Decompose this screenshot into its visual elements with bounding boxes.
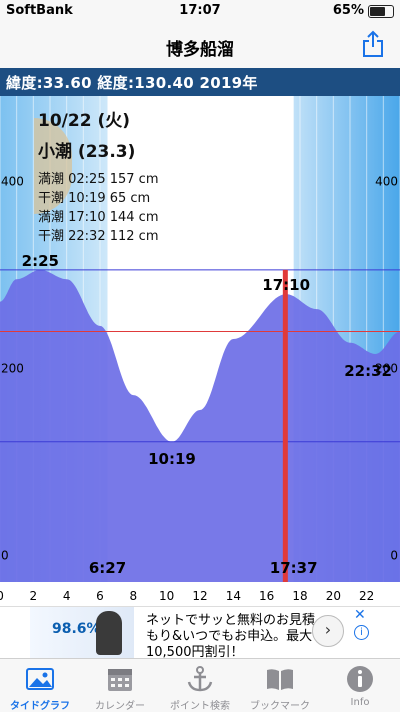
tab-label: カレンダー xyxy=(95,701,145,712)
tide-chart[interactable]: 0246810121416182022 0200400 0200400 2:25… xyxy=(0,96,400,608)
tide-row: 干潮 22:32 112 cm xyxy=(38,229,159,244)
ad-open-button[interactable]: › xyxy=(312,615,344,647)
location-info-bar: 緯度:33.60 経度:130.40 2019年 xyxy=(0,68,400,96)
y-tick-label: 200 xyxy=(1,361,24,375)
day-summary: 10/22 (火) 小潮 (23.3) 満潮 02:25 157 cm 干潮 1… xyxy=(38,106,159,244)
ad-close-icon[interactable]: ✕ xyxy=(354,607,366,623)
y-tick-label: 0 xyxy=(390,548,398,562)
x-tick-label: 16 xyxy=(259,589,274,603)
current-time-line xyxy=(282,269,288,582)
x-tick-label: 22 xyxy=(359,589,374,603)
calendar-icon xyxy=(108,669,132,691)
ad-person-image xyxy=(96,611,122,655)
tide-extreme-label: 17:10 xyxy=(262,276,310,294)
tab-calendar[interactable]: カレンダー xyxy=(80,659,160,712)
tide-extreme-label: 22:32 xyxy=(344,362,392,380)
tide-list: 満潮 02:25 157 cm 干潮 10:19 65 cm 満潮 17:10 … xyxy=(38,168,159,244)
status-bar: SoftBank 17:07 65% xyxy=(0,0,400,22)
info-icon xyxy=(347,666,373,692)
location-text: 緯度:33.60 経度:130.40 2019年 xyxy=(6,74,258,92)
ad-info-icon[interactable]: i xyxy=(354,625,369,640)
tab-bar: タイドグラフ カレンダー ポイント検索 ブックマーク Info xyxy=(0,658,400,712)
x-tick-label: 2 xyxy=(30,589,38,603)
tide-extreme-label: 10:19 xyxy=(148,450,196,468)
tab-point-search[interactable]: ポイント検索 xyxy=(160,659,240,712)
battery-percent: 65% xyxy=(332,3,364,18)
tab-tide-graph[interactable]: タイドグラフ xyxy=(0,659,80,712)
x-tick-label: 14 xyxy=(226,589,241,603)
sunrise-label: 6:27 xyxy=(89,559,126,577)
tab-label: Info xyxy=(350,697,370,708)
x-tick-label: 6 xyxy=(96,589,104,603)
ad-banner[interactable]: 98.6% ネットでサッと無料のお見積 もり&いつでもお申込。最大 10,500… xyxy=(0,606,400,660)
y-tick-label: 400 xyxy=(375,174,398,188)
tide-row: 満潮 02:25 157 cm xyxy=(38,172,159,187)
y-tick-label: 0 xyxy=(1,548,9,562)
x-tick-label: 4 xyxy=(63,589,71,603)
tide-row: 満潮 17:10 144 cm xyxy=(38,210,159,225)
navigation-bar: 博多船溜 xyxy=(0,22,400,69)
anchor-icon xyxy=(187,666,213,692)
x-tick-label: 0 xyxy=(0,589,4,603)
sunset-label: 17:37 xyxy=(270,559,318,577)
x-tick-label: 10 xyxy=(159,589,174,603)
share-icon[interactable] xyxy=(362,30,384,58)
x-tick-label: 18 xyxy=(292,589,307,603)
y-tick-label: 400 xyxy=(1,174,24,188)
tab-label: ポイント検索 xyxy=(170,701,230,712)
tab-label: ブックマーク xyxy=(250,701,310,712)
tide-row: 干潮 10:19 65 cm xyxy=(38,191,151,206)
tab-info[interactable]: Info xyxy=(320,659,400,712)
ad-percent: 98.6% xyxy=(52,621,101,637)
book-icon xyxy=(267,669,293,690)
tide-extreme-label: 2:25 xyxy=(22,252,59,270)
day-date: 10/22 (火) xyxy=(38,111,130,131)
page-title: 博多船溜 xyxy=(166,40,234,60)
tide-name: 小潮 (23.3) xyxy=(38,142,136,162)
tab-label: タイドグラフ xyxy=(10,701,70,712)
tab-bookmark[interactable]: ブックマーク xyxy=(240,659,320,712)
x-tick-label: 20 xyxy=(326,589,341,603)
photo-icon xyxy=(26,668,54,690)
x-tick-label: 8 xyxy=(130,589,138,603)
battery-icon xyxy=(368,5,394,18)
x-tick-label: 12 xyxy=(192,589,207,603)
